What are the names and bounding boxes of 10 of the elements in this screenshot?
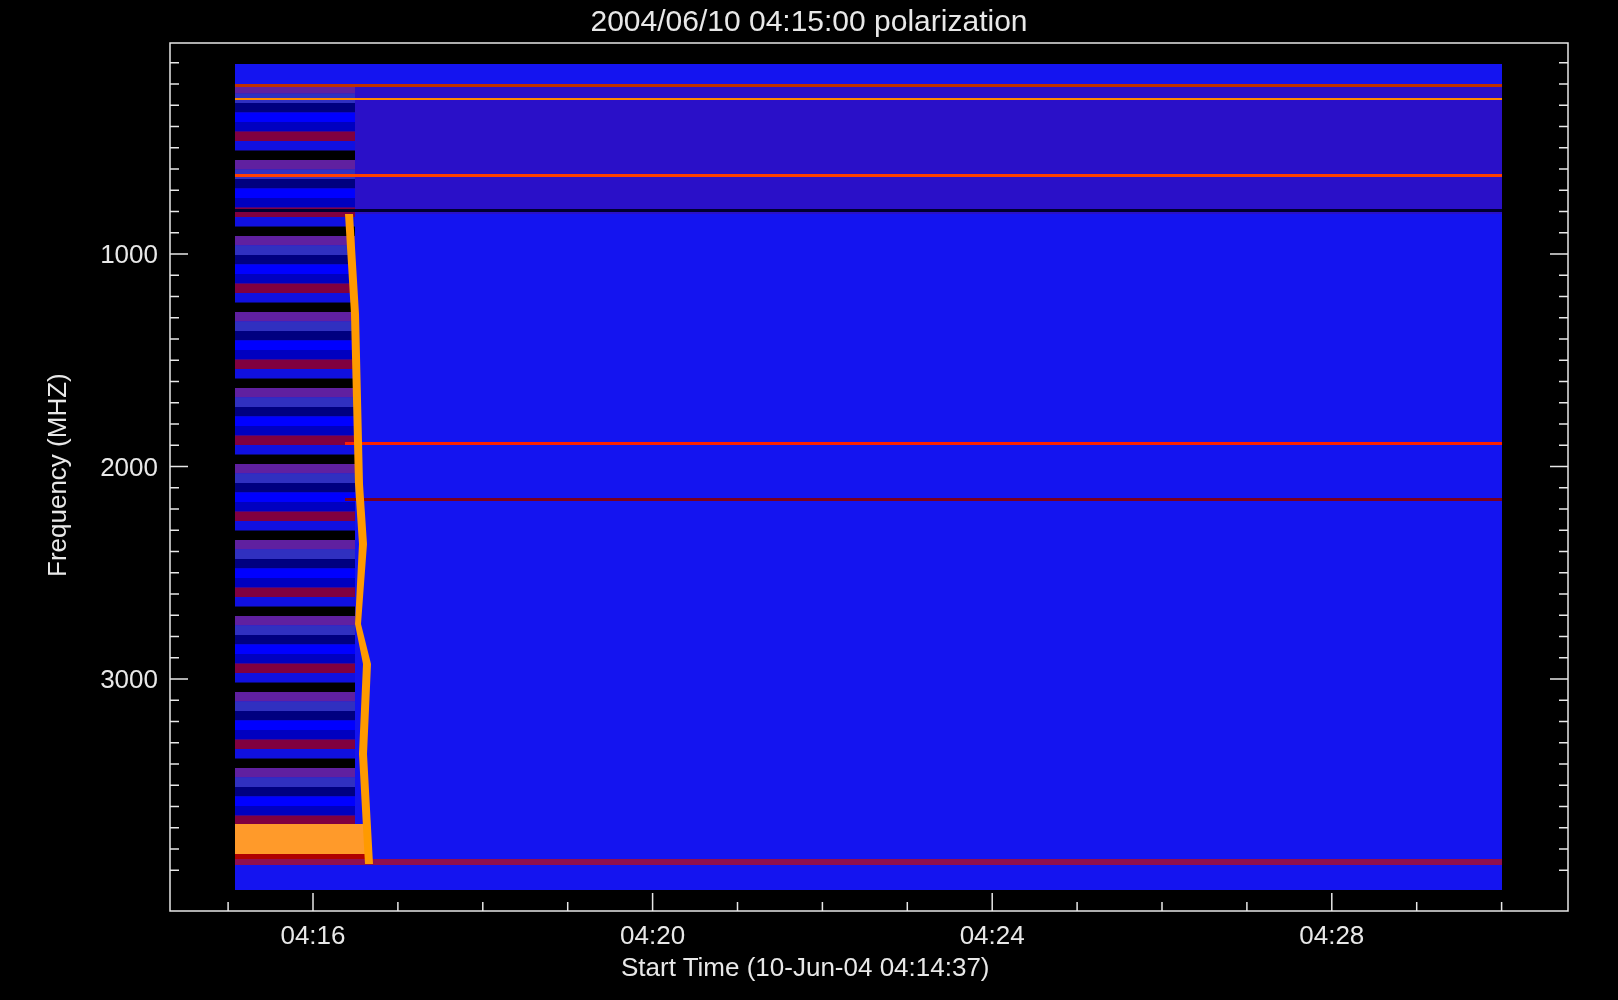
y-tick-label: 1000	[100, 241, 158, 267]
x-tick-label: 04:28	[1298, 922, 1366, 948]
chart-title: 2004/06/10 04:15:00 polarization	[589, 6, 1029, 36]
x-tick-label: 04:16	[279, 922, 347, 948]
x-tick-label: 04:20	[619, 922, 687, 948]
y-tick-label: 2000	[100, 453, 158, 480]
y-tick-label: 3000	[100, 666, 158, 692]
y-axis-label: Frequency (MHZ)	[44, 377, 70, 577]
x-axis-label: Start Time (10-Jun-04 04:14:37)	[621, 954, 990, 980]
x-tick-label: 04:24	[958, 922, 1026, 948]
